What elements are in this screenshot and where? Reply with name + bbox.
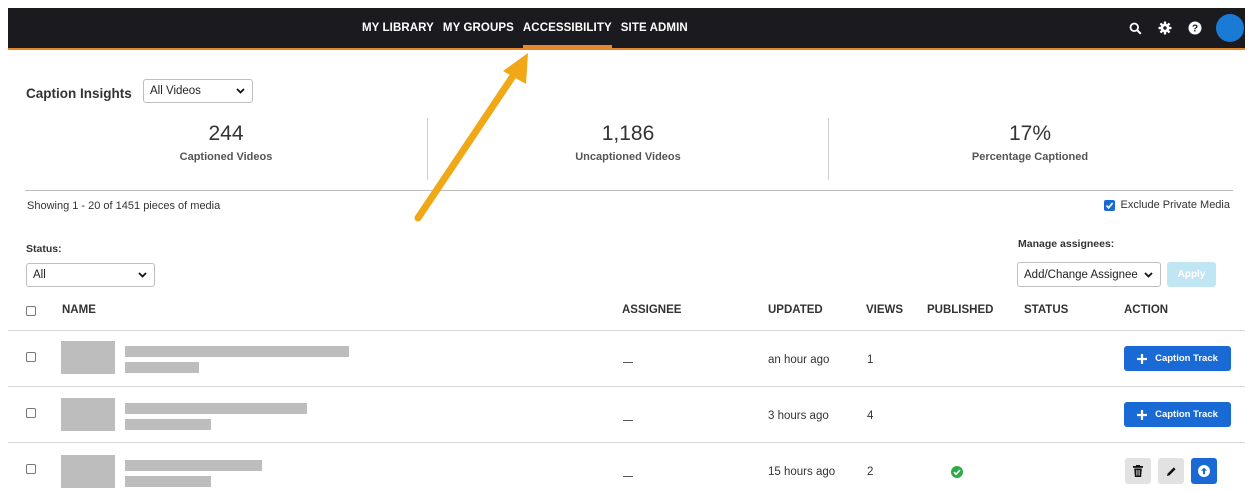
media-thumbnail[interactable] [61,398,115,431]
add-caption-track-button[interactable]: Caption Track [1124,402,1231,427]
exclude-private-toggle[interactable]: Exclude Private Media [1103,199,1230,211]
status-filter-wrap: All [26,263,155,287]
assignee-select[interactable]: Add/Change Assignee [1017,262,1161,287]
row-divider [8,386,1245,387]
stat-value: 244 [208,122,244,145]
media-title-redacted[interactable] [125,346,349,357]
assignee-empty [623,476,633,477]
caption-track-label: Caption Track [1155,353,1218,364]
row-checkbox[interactable] [26,464,36,474]
media-subtitle-redacted [125,419,211,430]
gear-icon[interactable] [1156,19,1174,37]
assignee-empty [623,420,633,421]
stat-percentage: 17% Percentage Captioned [830,122,1230,163]
nav-site-admin[interactable]: SITE ADMIN [621,8,688,48]
column-header-views[interactable]: VIEWS [866,304,903,316]
updated-time: 3 hours ago [768,410,829,422]
media-subtitle-redacted [125,362,199,373]
stat-value: 1,186 [601,122,655,145]
select-all-checkbox[interactable] [26,306,36,316]
nav-accent-line [8,48,1245,50]
status-filter-select[interactable]: All [26,263,155,287]
top-icons: ? [1126,8,1244,48]
stat-label: Captioned Videos [179,151,273,163]
media-thumbnail[interactable] [61,455,115,488]
video-filter-wrap: All Videos [143,79,253,103]
media-thumbnail[interactable] [61,341,115,374]
updated-time: 15 hours ago [768,466,836,478]
caption-insights-title: Caption Insights [26,86,132,101]
delete-button[interactable] [1125,458,1151,484]
avatar[interactable] [1216,14,1244,42]
views-count: 4 [867,410,874,422]
status-filter-label: Status: [26,243,62,255]
pencil-icon [1166,466,1176,476]
plus-icon [1137,353,1148,364]
section-divider [25,190,1233,191]
media-title-redacted[interactable] [125,403,307,414]
video-filter-select[interactable]: All Videos [143,79,253,103]
plus-icon [1137,409,1148,420]
apply-button[interactable]: Apply [1167,262,1216,287]
stat-label: Percentage Captioned [971,151,1089,163]
row-checkbox[interactable] [26,352,36,362]
row-divider [8,330,1245,331]
manage-assignees-label: Manage assignees: [1018,238,1115,250]
add-caption-track-button[interactable]: Caption Track [1124,346,1231,371]
upload-icon [1198,465,1210,477]
nav-my-library[interactable]: MY LIBRARY [362,8,434,48]
updated-time: an hour ago [768,354,830,366]
views-count: 1 [867,354,874,366]
row-checkbox[interactable] [26,408,36,418]
column-header-published[interactable]: PUBLISHED [927,304,993,316]
published-check-icon [951,465,963,483]
stat-divider [828,118,829,180]
results-count: Showing 1 - 20 of 1451 pieces of media [27,200,221,212]
assignee-select-wrap: Add/Change Assignee [1017,262,1161,287]
help-icon[interactable]: ? [1186,19,1204,37]
column-header-status[interactable]: STATUS [1024,304,1068,316]
media-title-redacted[interactable] [125,460,262,471]
exclude-private-label: Exclude Private Media [1120,199,1230,211]
stat-label: Uncaptioned Videos [575,151,681,163]
exclude-private-checkbox[interactable] [1103,199,1115,211]
upload-button[interactable] [1191,458,1217,484]
media-subtitle-redacted [125,476,211,487]
column-header-updated[interactable]: UPDATED [768,304,823,316]
views-count: 2 [867,466,874,478]
column-header-assignee[interactable]: ASSIGNEE [622,304,681,316]
stat-uncaptioned: 1,186 Uncaptioned Videos [428,122,828,163]
nav-accessibility[interactable]: ACCESSIBILITY [522,8,612,48]
edit-button[interactable] [1158,458,1184,484]
search-icon[interactable] [1126,19,1144,37]
assignee-empty [623,362,633,363]
main-nav: MY LIBRARY MY GROUPS ACCESSIBILITY SITE … [362,8,688,48]
stat-captioned: 244 Captioned Videos [26,122,426,163]
column-header-action: ACTION [1124,304,1169,316]
nav-my-groups[interactable]: MY GROUPS [443,8,514,48]
row-divider [8,442,1245,443]
trash-icon [1133,465,1143,477]
column-header-name[interactable]: NAME [62,304,96,316]
caption-track-label: Caption Track [1155,409,1218,420]
svg-text:?: ? [1192,23,1198,34]
stat-value: 17% [1008,122,1052,145]
